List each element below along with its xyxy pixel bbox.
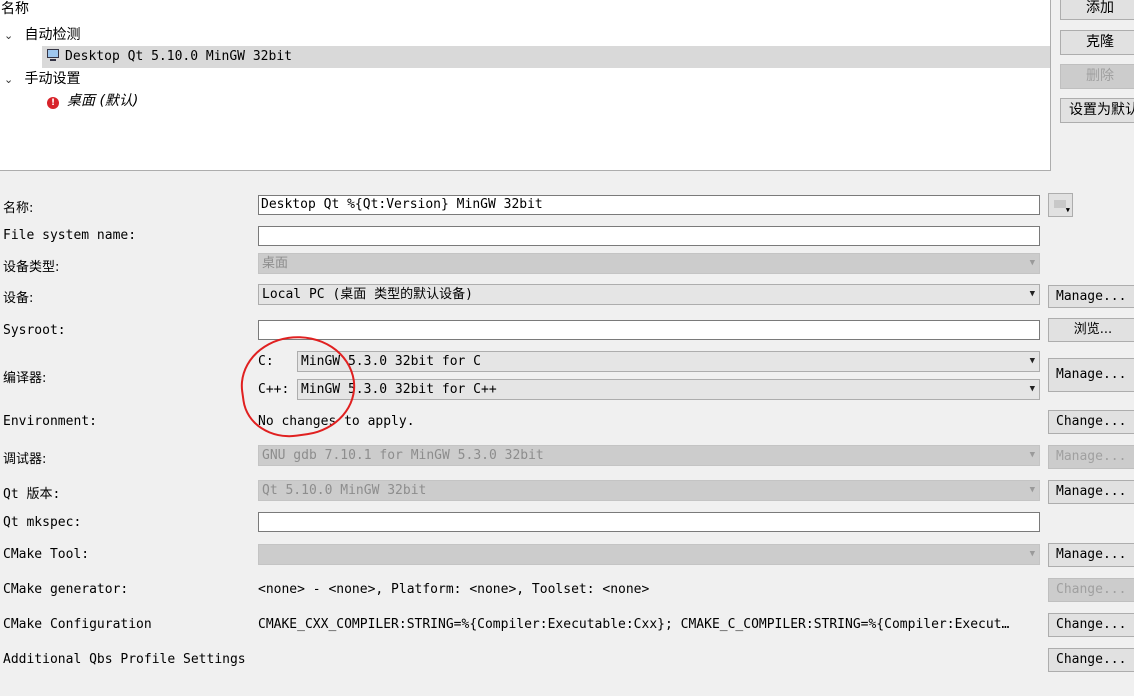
error-icon: ! bbox=[47, 97, 59, 109]
device-manage-button[interactable]: Manage... bbox=[1048, 285, 1134, 308]
tree-item-desktop-qt[interactable]: Desktop Qt 5.10.0 MinGW 32bit bbox=[42, 46, 1050, 68]
cmake-generator-change-button[interactable]: Change... bbox=[1048, 578, 1134, 602]
remove-button[interactable]: 删除 bbox=[1060, 64, 1134, 89]
compiler-cxx-value: MinGW 5.3.0 32bit for C++ bbox=[301, 382, 497, 397]
compiler-label: 编译器: bbox=[3, 371, 47, 386]
device-type-label: 设备类型: bbox=[3, 260, 60, 275]
mkspec-input[interactable] bbox=[258, 512, 1040, 532]
tree-group-auto[interactable]: ⌄ 自动检测 bbox=[4, 24, 80, 46]
qbs-settings-change-button[interactable]: Change... bbox=[1048, 648, 1134, 672]
debugger-select[interactable]: GNU gdb 7.10.1 for MinGW 5.3.0 32bit ▼ bbox=[258, 445, 1040, 466]
cmake-tool-select[interactable]: ▼ bbox=[258, 544, 1040, 565]
qt-version-value: Qt 5.10.0 MinGW 32bit bbox=[262, 483, 427, 498]
cmake-config-label: CMake Configuration bbox=[3, 617, 152, 632]
chevron-down-icon: ▼ bbox=[1029, 289, 1035, 299]
debugger-manage-button[interactable]: Manage... bbox=[1048, 445, 1134, 469]
cmake-config-value: CMAKE_CXX_COMPILER:STRING=%{Compiler:Exe… bbox=[258, 617, 1010, 632]
tree-group-manual[interactable]: ⌄ 手动设置 bbox=[4, 68, 80, 90]
chevron-down-icon: ▼ bbox=[1029, 485, 1035, 495]
qt-version-select[interactable]: Qt 5.10.0 MinGW 32bit ▼ bbox=[258, 480, 1040, 501]
monitor-icon bbox=[47, 49, 59, 62]
chevron-down-icon: ▼ bbox=[1029, 258, 1035, 268]
cmake-config-change-button[interactable]: Change... bbox=[1048, 613, 1134, 637]
debugger-value: GNU gdb 7.10.1 for MinGW 5.3.0 32bit bbox=[262, 448, 544, 463]
tree-group-label: 手动设置 bbox=[24, 71, 81, 87]
tree-item-label: 桌面 (默认) bbox=[67, 93, 139, 109]
cmake-tool-label: CMake Tool: bbox=[3, 547, 90, 562]
qt-version-manage-button[interactable]: Manage... bbox=[1048, 480, 1134, 504]
name-input[interactable]: Desktop Qt %{Qt:Version} MinGW 32bit bbox=[258, 195, 1040, 215]
device-type-select[interactable]: 桌面 ▼ bbox=[258, 253, 1040, 274]
debugger-label: 调试器: bbox=[3, 452, 47, 467]
compiler-manage-button[interactable]: Manage... bbox=[1048, 358, 1134, 392]
environment-change-button[interactable]: Change... bbox=[1048, 410, 1134, 434]
chevron-down-icon[interactable]: ⌄ bbox=[4, 25, 16, 47]
sysroot-browse-button[interactable]: 浏览... bbox=[1048, 318, 1134, 342]
environment-label: Environment: bbox=[3, 414, 97, 429]
mkspec-label: Qt mkspec: bbox=[3, 515, 82, 530]
chevron-down-icon: ▼ bbox=[1029, 356, 1035, 366]
make-default-button[interactable]: 设置为默认 bbox=[1060, 98, 1134, 123]
compiler-cxx-select[interactable]: MinGW 5.3.0 32bit for C++ ▼ bbox=[297, 379, 1040, 400]
name-label: 名称: bbox=[3, 201, 34, 216]
chevron-down-icon: ▼ bbox=[1029, 384, 1035, 394]
cmake-tool-manage-button[interactable]: Manage... bbox=[1048, 543, 1134, 567]
tree-item-label: Desktop Qt 5.10.0 MinGW 32bit bbox=[65, 49, 292, 64]
compiler-c-label: C: bbox=[258, 354, 274, 369]
qt-version-label: Qt 版本: bbox=[3, 487, 61, 502]
qbs-settings-label: Additional Qbs Profile Settings bbox=[3, 652, 246, 667]
compiler-cxx-label: C++: bbox=[258, 382, 290, 397]
chevron-down-icon: ▼ bbox=[1029, 549, 1035, 559]
cmake-generator-label: CMake generator: bbox=[3, 582, 129, 597]
cmake-generator-value: <none> - <none>, Platform: <none>, Tools… bbox=[258, 582, 650, 597]
tree-item-desktop-default[interactable]: ! 桌面 (默认) bbox=[47, 90, 138, 112]
field-icon bbox=[1054, 200, 1066, 208]
environment-value: No changes to apply. bbox=[258, 414, 415, 429]
sysroot-input[interactable] bbox=[258, 320, 1040, 340]
chevron-down-icon[interactable]: ⌄ bbox=[4, 69, 16, 91]
tree-header: 名称 bbox=[1, 1, 29, 17]
fs-name-label: File system name: bbox=[3, 228, 137, 243]
clone-button[interactable]: 克隆 bbox=[1060, 30, 1134, 55]
kits-tree: 名称 ⌄ 自动检测 Desktop Qt 5.10.0 MinGW 32bit … bbox=[0, 0, 1051, 171]
chevron-down-icon: ▼ bbox=[1065, 206, 1070, 214]
add-button[interactable]: 添加 bbox=[1060, 0, 1134, 20]
variable-chooser-button[interactable]: ▼ bbox=[1048, 193, 1073, 217]
device-type-value: 桌面 bbox=[262, 256, 289, 271]
compiler-c-value: MinGW 5.3.0 32bit for C bbox=[301, 354, 482, 369]
chevron-down-icon: ▼ bbox=[1029, 450, 1035, 460]
fs-name-input[interactable] bbox=[258, 226, 1040, 246]
tree-group-label: 自动检测 bbox=[24, 27, 81, 43]
device-label: 设备: bbox=[3, 291, 34, 306]
device-value: Local PC (桌面 类型的默认设备) bbox=[262, 287, 473, 302]
device-select[interactable]: Local PC (桌面 类型的默认设备) ▼ bbox=[258, 284, 1040, 305]
sysroot-label: Sysroot: bbox=[3, 323, 66, 338]
compiler-c-select[interactable]: MinGW 5.3.0 32bit for C ▼ bbox=[297, 351, 1040, 372]
